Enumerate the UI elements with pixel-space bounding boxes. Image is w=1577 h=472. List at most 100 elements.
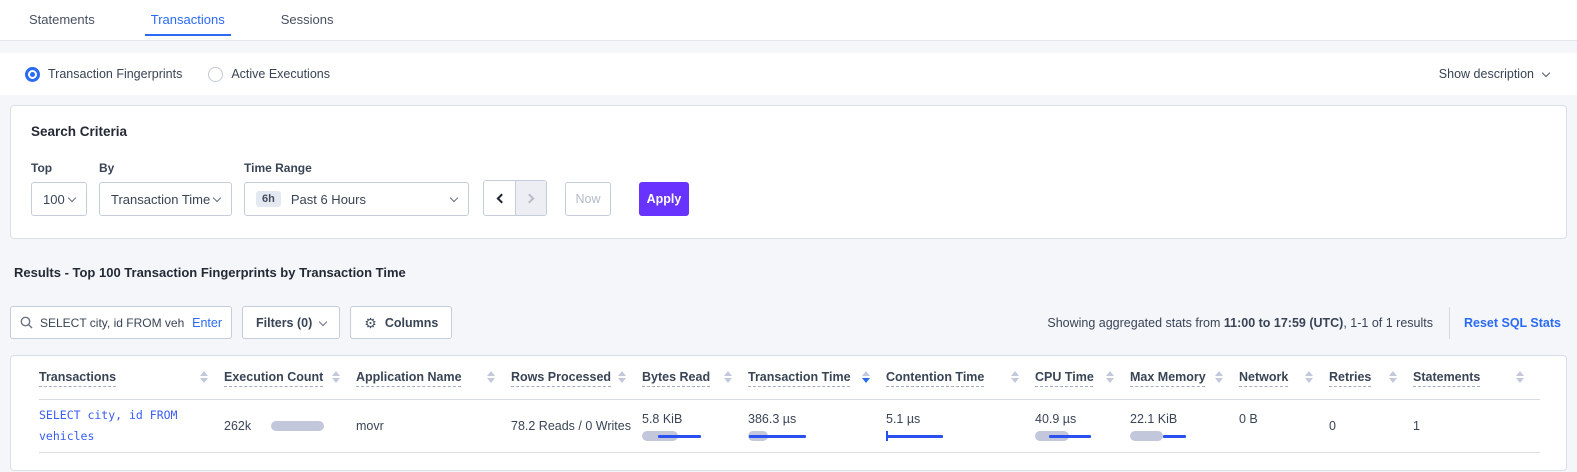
column-label: Contention Time <box>886 370 984 384</box>
application-name-value: movr <box>356 419 384 433</box>
radio-active-executions[interactable]: Active Executions <box>208 67 330 82</box>
previous-time-window-button[interactable] <box>484 181 515 215</box>
top-field: Top 100 <box>31 161 87 216</box>
chevron-left-icon <box>496 193 506 203</box>
apply-button[interactable]: Apply <box>639 182 689 216</box>
execution-count-value: 262k <box>224 419 251 433</box>
search-enter-button[interactable]: Enter <box>192 316 222 330</box>
by-label: By <box>99 161 232 175</box>
next-time-window-button[interactable] <box>515 181 546 215</box>
time-range-value: Past 6 Hours <box>291 192 366 207</box>
transaction-time-bar <box>748 430 810 442</box>
time-range-label: Time Range <box>244 161 469 175</box>
column-label: CPU Time <box>1035 370 1094 384</box>
cpu-time-value: 40.9 µs <box>1035 412 1130 426</box>
column-label: Max Memory <box>1130 370 1206 384</box>
results-table-card: Transactions Execution Count Application… <box>10 355 1567 471</box>
by-select[interactable]: Transaction Time <box>99 182 232 216</box>
column-header-rows-processed[interactable]: Rows Processed <box>511 356 642 399</box>
column-label: Rows Processed <box>511 370 611 384</box>
rows-processed-value: 78.2 Reads / 0 Writes <box>511 419 631 433</box>
sort-icon[interactable] <box>1516 371 1524 383</box>
column-header-max-memory[interactable]: Max Memory <box>1130 356 1239 399</box>
transaction-fingerprint-link[interactable]: SELECT city, id FROM vehicles <box>39 405 209 445</box>
transactions-table: Transactions Execution Count Application… <box>39 356 1540 453</box>
top-label: Top <box>31 161 87 175</box>
max-memory-bar <box>1130 430 1192 442</box>
view-mode-radio-group: Transaction Fingerprints Active Executio… <box>25 67 330 82</box>
column-label: Retries <box>1329 370 1371 384</box>
columns-button[interactable]: ⚙ Columns <box>350 306 452 339</box>
column-label: Execution Count <box>224 370 323 384</box>
sort-icon[interactable] <box>1011 371 1019 383</box>
chevron-down-icon <box>319 317 327 325</box>
top-select-value: 100 <box>43 192 65 207</box>
column-label: Transactions <box>39 370 116 384</box>
stats-range: 11:00 to 17:59 (UTC) <box>1224 316 1343 330</box>
retries-value: 0 <box>1329 419 1336 433</box>
cpu-time-bar <box>1035 430 1097 442</box>
max-memory-value: 22.1 KiB <box>1130 412 1239 426</box>
sort-icon[interactable] <box>1215 371 1223 383</box>
column-header-network[interactable]: Network <box>1239 356 1329 399</box>
chevron-down-icon <box>1542 68 1550 76</box>
columns-label: Columns <box>385 316 438 330</box>
sort-icon[interactable] <box>332 371 340 383</box>
column-header-contention-time[interactable]: Contention Time <box>886 356 1035 399</box>
filters-button[interactable]: Filters (0) <box>242 306 340 339</box>
gear-icon: ⚙ <box>364 316 377 330</box>
tab-sessions[interactable]: Sessions <box>275 12 340 36</box>
sort-icon[interactable] <box>487 371 495 383</box>
network-value: 0 B <box>1239 412 1258 426</box>
sort-icon[interactable] <box>862 371 870 383</box>
column-label: Statements <box>1413 370 1480 384</box>
column-header-transactions[interactable]: Transactions <box>39 356 224 399</box>
sort-icon[interactable] <box>618 371 626 383</box>
reset-sql-stats-link[interactable]: Reset SQL Stats <box>1464 316 1561 330</box>
radio-label: Transaction Fingerprints <box>48 67 182 81</box>
chevron-down-icon <box>213 193 221 201</box>
transaction-time-value: 386.3 µs <box>748 412 886 426</box>
tab-statements[interactable]: Statements <box>23 12 101 36</box>
column-header-transaction-time[interactable]: Transaction Time <box>748 356 886 399</box>
search-input[interactable] <box>40 316 185 330</box>
view-mode-strip: Transaction Fingerprints Active Executio… <box>0 53 1577 95</box>
bytes-read-bar <box>642 430 704 442</box>
time-range-select[interactable]: 6h Past 6 Hours <box>244 182 469 216</box>
radio-unselected-icon <box>208 67 223 82</box>
column-header-execution-count[interactable]: Execution Count <box>224 356 356 399</box>
results-heading: Results - Top 100 Transaction Fingerprin… <box>14 265 1577 280</box>
column-header-statements[interactable]: Statements <box>1413 356 1540 399</box>
sort-icon[interactable] <box>1106 371 1114 383</box>
sort-icon[interactable] <box>1305 371 1313 383</box>
search-criteria-card: Search Criteria Top 100 By Transaction T… <box>10 105 1567 239</box>
top-select[interactable]: 100 <box>31 182 87 216</box>
time-window-arrows <box>483 180 547 216</box>
chevron-down-icon <box>68 193 76 201</box>
show-description-label: Show description <box>1439 67 1534 81</box>
tab-transactions[interactable]: Transactions <box>145 12 231 36</box>
radio-label: Active Executions <box>231 67 330 81</box>
column-header-retries[interactable]: Retries <box>1329 356 1413 399</box>
by-field: By Transaction Time <box>99 161 232 216</box>
column-header-application-name[interactable]: Application Name <box>356 356 511 399</box>
chevron-down-icon <box>450 193 458 201</box>
table-row: SELECT city, id FROM vehicles 262k movr … <box>39 399 1540 452</box>
contention-time-value: 5.1 µs <box>886 412 1035 426</box>
results-toolbar: Enter Filters (0) ⚙ Columns Showing aggr… <box>10 306 1567 339</box>
sort-icon[interactable] <box>200 371 208 383</box>
statements-value: 1 <box>1413 419 1420 433</box>
sort-icon[interactable] <box>724 371 732 383</box>
column-header-cpu-time[interactable]: CPU Time <box>1035 356 1130 399</box>
show-description-toggle[interactable]: Show description <box>1439 67 1549 81</box>
column-header-bytes-read[interactable]: Bytes Read <box>642 356 748 399</box>
radio-selected-icon <box>25 67 40 82</box>
stats-prefix: Showing aggregated stats from <box>1047 316 1224 330</box>
now-button[interactable]: Now <box>565 182 611 216</box>
radio-transaction-fingerprints[interactable]: Transaction Fingerprints <box>25 67 182 82</box>
sort-icon[interactable] <box>1389 371 1397 383</box>
search-box[interactable]: Enter <box>10 306 232 339</box>
page-tabbar: Statements Transactions Sessions <box>0 0 1577 41</box>
by-select-value: Transaction Time <box>111 192 210 207</box>
time-range-badge: 6h <box>256 191 281 207</box>
